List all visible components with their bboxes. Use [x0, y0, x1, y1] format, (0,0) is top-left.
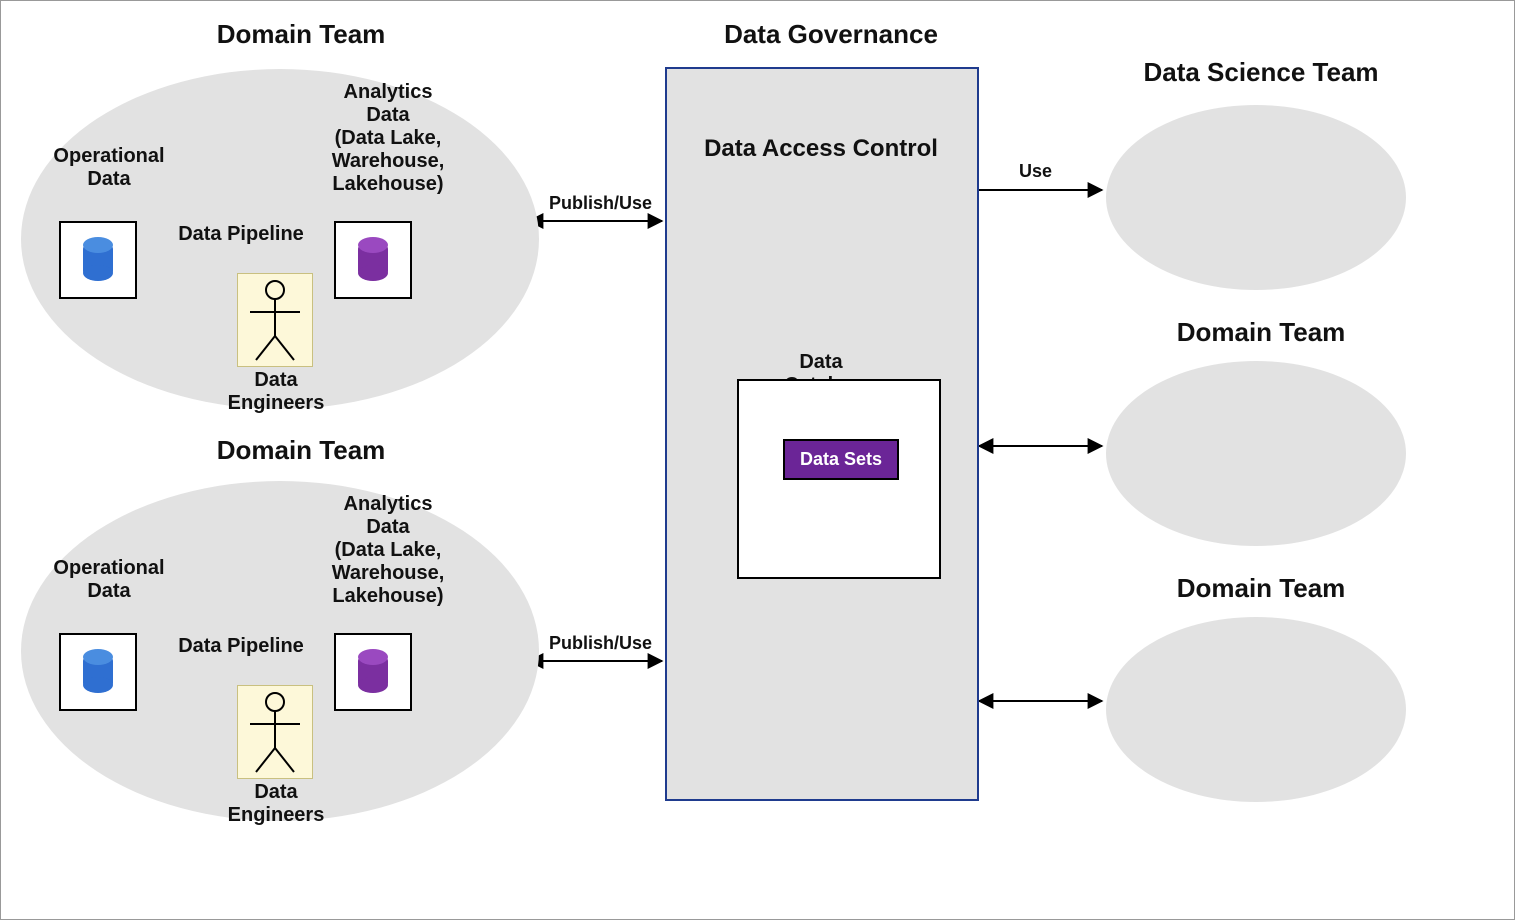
- publish-use-label-2: Publish/Use: [549, 633, 652, 654]
- data-sets-box: Data Sets: [783, 439, 899, 480]
- publish-use-label-1: Publish/Use: [549, 193, 652, 214]
- data-governance-title: Data Governance: [701, 19, 961, 50]
- data-engineers-label-2: Data Engineers: [201, 781, 351, 827]
- domain-team-1-title: Domain Team: [171, 19, 431, 50]
- analytics-data-label-2: Analytics Data (Data Lake, Warehouse, La…: [293, 493, 483, 608]
- domain-team-right-1-ellipse: [1106, 361, 1406, 546]
- data-pipeline-label-2: Data Pipeline: [156, 635, 326, 658]
- data-engineers-icon-1: [237, 273, 313, 367]
- domain-team-right-2-ellipse: [1106, 617, 1406, 802]
- person-icon: [238, 686, 312, 778]
- operational-data-label-1: Operational Data: [39, 145, 179, 191]
- data-science-team-title: Data Science Team: [1111, 57, 1411, 88]
- operational-db-1: [59, 221, 137, 299]
- person-icon: [238, 274, 312, 366]
- operational-db-2: [59, 633, 137, 711]
- data-pipeline-label-1: Data Pipeline: [156, 223, 326, 246]
- data-science-team-ellipse: [1106, 105, 1406, 290]
- data-engineers-icon-2: [237, 685, 313, 779]
- data-access-control-title: Data Access Control: [689, 135, 953, 163]
- use-label: Use: [1019, 161, 1052, 182]
- operational-data-label-2: Operational Data: [39, 557, 179, 603]
- cylinder-icon: [358, 237, 388, 281]
- domain-team-right-1-title: Domain Team: [1131, 317, 1391, 348]
- cylinder-icon: [83, 649, 113, 693]
- diagram-frame: Domain Team Operational Data Analytics D…: [0, 0, 1515, 920]
- domain-team-2-title: Domain Team: [171, 435, 431, 466]
- domain-team-right-2-title: Domain Team: [1131, 573, 1391, 604]
- analytics-db-2: [334, 633, 412, 711]
- analytics-data-label-1: Analytics Data (Data Lake, Warehouse, La…: [293, 81, 483, 196]
- analytics-db-1: [334, 221, 412, 299]
- cylinder-icon: [358, 649, 388, 693]
- data-engineers-label-1: Data Engineers: [201, 369, 351, 415]
- cylinder-icon: [83, 237, 113, 281]
